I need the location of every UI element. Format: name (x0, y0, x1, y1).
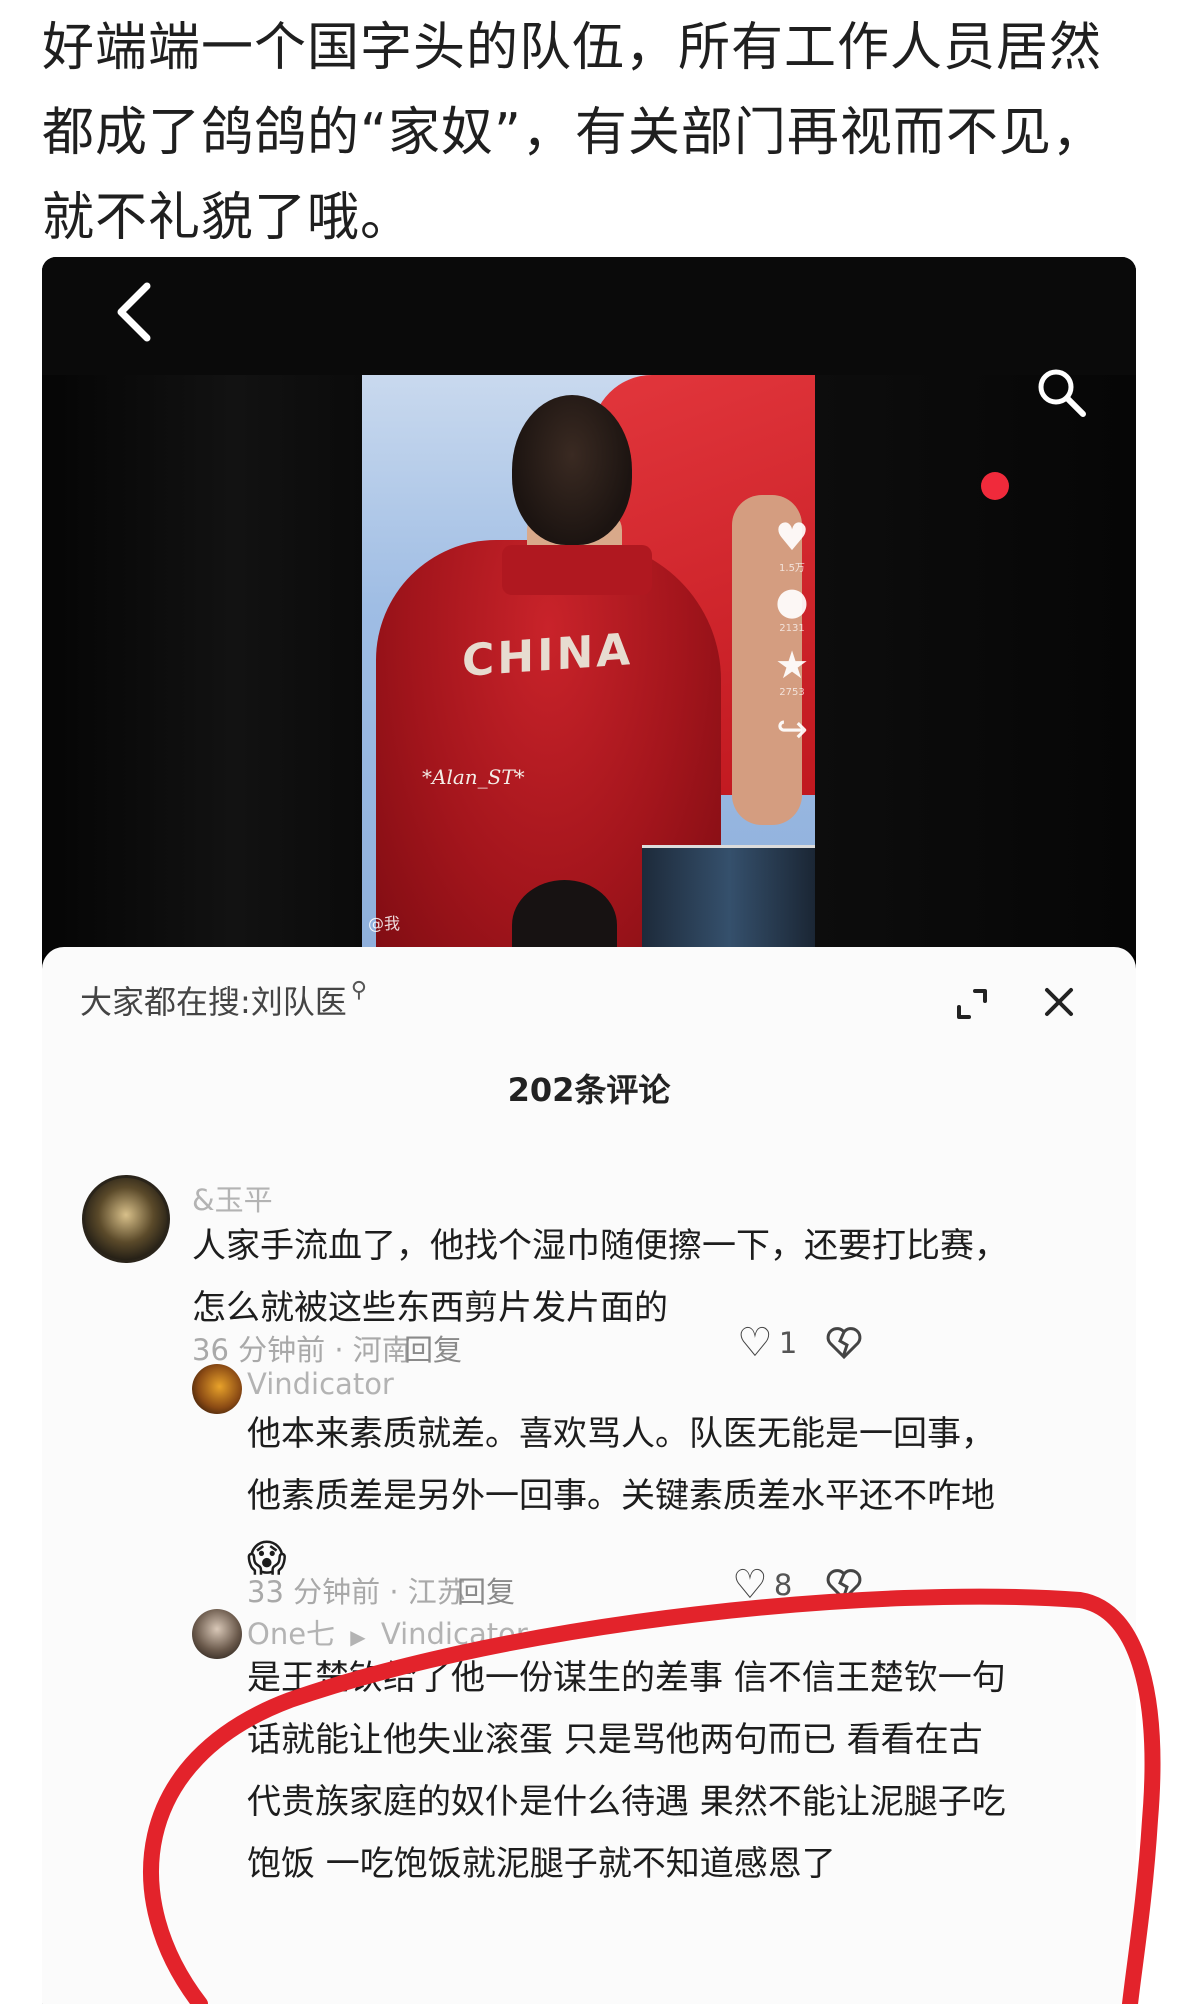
comment-text-line: 他本来素质就差。喜欢骂人。队医无能是一回事， (247, 1414, 995, 1454)
heart-outline-icon: ♡ (737, 1320, 773, 1366)
reply-button[interactable]: 回复 (404, 1327, 462, 1369)
like-count: 1.5万 (779, 563, 805, 574)
chevron-left-icon (117, 282, 151, 342)
broken-heart-icon (826, 1327, 862, 1360)
comment-text-line: 代贵族家庭的奴仆是什么待遇 果然不能让泥腿子吃 (247, 1782, 1006, 1822)
comment-action[interactable]: ● 2131 (775, 579, 808, 635)
small-search-icon: ⚲ (350, 977, 367, 1003)
video-figure-collar (502, 545, 652, 595)
video-side-actions: ♥ 1.5万 ● 2131 ★ 2753 ↪ (767, 515, 815, 751)
comment-count: 202条评论 (507, 1071, 671, 1109)
post-caption-line: 就不礼貌了哦。 (42, 188, 414, 248)
jersey-signature: *Alan_ST* (422, 765, 525, 789)
avatar[interactable] (192, 1609, 242, 1659)
video-watermark: @我 (368, 914, 401, 933)
broken-heart-icon (826, 1569, 862, 1602)
heart-icon: ♥ (774, 515, 810, 559)
comment-text-line: 是王楚钦给了他一份谋生的差事 信不信王楚钦一句 (247, 1658, 1006, 1698)
comment-meta: 36 分钟前 · 河南 (192, 1333, 411, 1367)
comment-like-button[interactable]: ♡ 8 (732, 1565, 792, 1605)
video-top-bar (42, 257, 1136, 375)
trending-search[interactable]: 大家都在搜: 刘队医 ⚲ (80, 977, 367, 1023)
comment-text-line: 饱饭 一吃饱饭就泥腿子就不知道感恩了 (247, 1844, 836, 1884)
share-action[interactable]: ↪ (776, 707, 808, 751)
comment-action-count: 2131 (779, 623, 805, 634)
video-letterbox-right (815, 375, 1136, 955)
favorite-count: 2753 (779, 687, 805, 698)
comment-meta: 33 分钟前 · 江苏 (247, 1575, 466, 1609)
avatar[interactable] (192, 1364, 242, 1414)
video-letterbox-left (42, 375, 362, 955)
comment-like-count: 8 (773, 1568, 793, 1602)
comment-dislike-button[interactable] (824, 1323, 864, 1367)
reply-arrow-icon: ▶ (350, 1625, 366, 1649)
embedded-screenshot: CHINA *Alan_ST* @我 ♥ 1.5万 ● 2131 ★ 2753 … (42, 257, 1136, 2004)
reply-button[interactable]: 回复 (457, 1569, 515, 1611)
reply-target: Vindicator (380, 1617, 528, 1651)
comment-text-line: 他素质差是另外一回事。关键素质差水平还不咋地 (247, 1476, 995, 1516)
back-button[interactable] (98, 277, 168, 347)
expand-button[interactable] (947, 979, 997, 1029)
comment-like-count: 1 (778, 1326, 798, 1360)
comment-text: 是王楚钦给了他一份谋生的差事 信不信王楚钦一句 话就能让他失业滚蛋 只是骂他两句… (247, 1647, 1127, 1895)
comment-like-button[interactable]: ♡ 1 (737, 1323, 797, 1363)
video-player[interactable]: CHINA *Alan_ST* @我 ♥ 1.5万 ● 2131 ★ 2753 … (362, 375, 815, 953)
video-background-crowd (642, 845, 815, 953)
comment-dislike-button[interactable] (824, 1565, 864, 1609)
notification-dot (981, 472, 1009, 500)
close-icon (1045, 988, 1073, 1016)
star-icon: ★ (774, 643, 810, 687)
comment-text-line: 人家手流血了，他找个湿巾随便擦一下，还要打比赛， (192, 1226, 1008, 1266)
expand-icon (957, 989, 987, 1019)
close-button[interactable] (1032, 975, 1086, 1029)
avatar[interactable] (82, 1175, 170, 1263)
search-icon (1038, 369, 1086, 417)
reply-author: One七 (247, 1617, 336, 1651)
comment-icon: ● (775, 579, 809, 623)
favorite-action[interactable]: ★ 2753 (775, 643, 809, 699)
comment-text: 他本来素质就差。喜欢骂人。队医无能是一回事， 他素质差是另外一回事。关键素质差水… (247, 1403, 1107, 1589)
trending-search-term: 刘队医 (250, 983, 347, 1021)
video-figure-head (512, 395, 632, 545)
comment-text: 人家手流血了，他找个湿巾随便擦一下，还要打比赛， 怎么就被这些东西剪片发片面的 (192, 1215, 1092, 1339)
post-caption: 好端端一个国字头的队伍，所有工作人员居然 都成了鸽鸽的“家奴”，有关部门再视而不… (42, 6, 1152, 261)
like-action[interactable]: ♥ 1.5万 (774, 515, 810, 574)
comment-text-line: 话就能让他失业滚蛋 只是骂他两句而已 看看在古 (247, 1720, 983, 1760)
comment-username[interactable]: Vindicator (247, 1367, 394, 1401)
post-caption-line: 都成了鸽鸽的“家奴”，有关部门再视而不见， (42, 103, 1105, 163)
post-caption-line: 好端端一个国字头的队伍，所有工作人员居然 (42, 18, 1103, 78)
comment-panel: 大家都在搜: 刘队医 ⚲ 202条评论 &玉平 人家手流血了，他找个湿巾随便擦一… (42, 947, 1136, 2004)
search-button[interactable] (1034, 365, 1104, 435)
heart-outline-icon: ♡ (732, 1562, 768, 1608)
share-icon: ↪ (776, 707, 808, 751)
comment-username[interactable]: &玉平 (192, 1177, 273, 1219)
trending-search-prefix: 大家都在搜: (80, 983, 251, 1021)
